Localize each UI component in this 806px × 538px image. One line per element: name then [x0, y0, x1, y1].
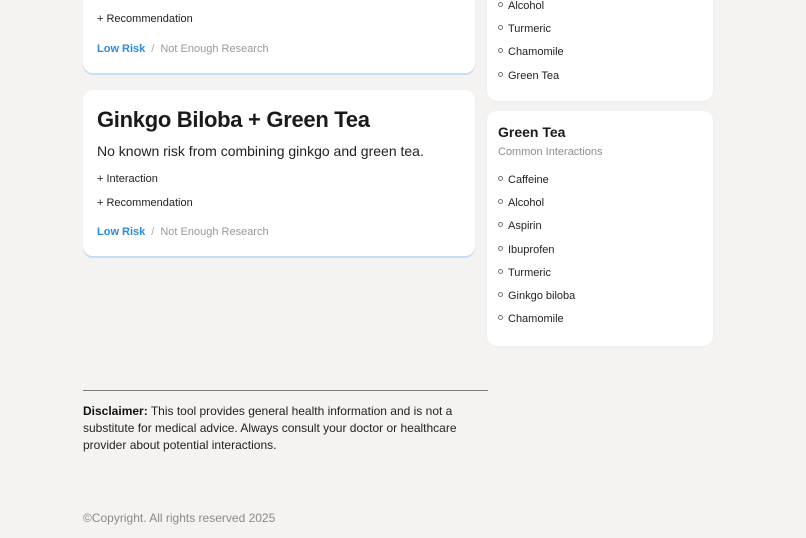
list-item[interactable]: Ginkgo biloba	[498, 289, 575, 312]
disclaimer: Disclaimer: This tool provides general h…	[83, 403, 463, 454]
recommendation-toggle[interactable]: + Recommendation	[97, 197, 193, 209]
card-title: Ginkgo Biloba + Green Tea	[97, 107, 370, 132]
risk-level-badge: Low Risk	[97, 43, 146, 55]
card-description: No known risk from combining ginkgo and …	[97, 143, 424, 159]
bullet-icon	[498, 71, 503, 77]
bullet-icon	[498, 2, 503, 7]
list-item[interactable]: Turmeric	[498, 266, 575, 289]
side-card-title: Green Tea	[498, 124, 566, 140]
bullet-icon	[498, 268, 503, 274]
interactions-list: Caffeine Alcohol Aspirin Ibuprofen Turme…	[498, 173, 575, 335]
research-status: Not Enough Research	[160, 43, 269, 55]
bullet-icon	[498, 25, 503, 31]
common-interactions-card: Alcohol Turmeric Chamomile Green Tea	[487, 0, 713, 101]
list-item[interactable]: Alcohol	[498, 196, 575, 219]
separator: /	[151, 226, 155, 238]
side-card-subtitle: Common Interactions	[498, 146, 603, 158]
risk-level-badge: Low Risk	[97, 226, 146, 238]
list-item[interactable]: Alcohol	[498, 0, 564, 22]
bullet-icon	[498, 199, 503, 205]
list-item[interactable]: Chamomile	[498, 312, 575, 335]
bullet-icon	[498, 48, 503, 54]
research-status: Not Enough Research	[160, 226, 269, 238]
list-item[interactable]: Aspirin	[498, 219, 575, 242]
bullet-icon	[498, 315, 503, 321]
footer-divider	[83, 390, 488, 391]
copyright: ©Copyright. All rights reserved 2025	[83, 511, 276, 525]
list-item[interactable]: Ibuprofen	[498, 243, 575, 266]
interaction-card: + Recommendation Low Risk / Not Enough Res…	[83, 0, 475, 73]
interactions-list: Alcohol Turmeric Chamomile Green Tea	[498, 0, 564, 92]
bullet-icon	[498, 176, 503, 181]
risk-row: Low Risk / Not Enough Research	[97, 226, 269, 238]
interaction-toggle[interactable]: + Interaction	[97, 173, 158, 185]
list-item[interactable]: Caffeine	[498, 173, 575, 196]
list-item[interactable]: Chamomile	[498, 45, 564, 68]
list-item[interactable]: Turmeric	[498, 22, 564, 45]
bullet-icon	[498, 245, 503, 251]
green-tea-interactions-card: Green Tea Common Interactions Caffeine A…	[487, 111, 713, 346]
interaction-card-ginkgo-green-tea: Ginkgo Biloba + Green Tea No known risk …	[83, 90, 475, 256]
disclaimer-label: Disclaimer:	[83, 404, 148, 418]
separator: /	[151, 43, 155, 55]
bullet-icon	[498, 222, 503, 228]
risk-row: Low Risk / Not Enough Research	[97, 43, 269, 55]
bullet-icon	[498, 291, 503, 297]
list-item[interactable]: Green Tea	[498, 69, 564, 92]
recommendation-toggle[interactable]: + Recommendation	[97, 13, 193, 25]
